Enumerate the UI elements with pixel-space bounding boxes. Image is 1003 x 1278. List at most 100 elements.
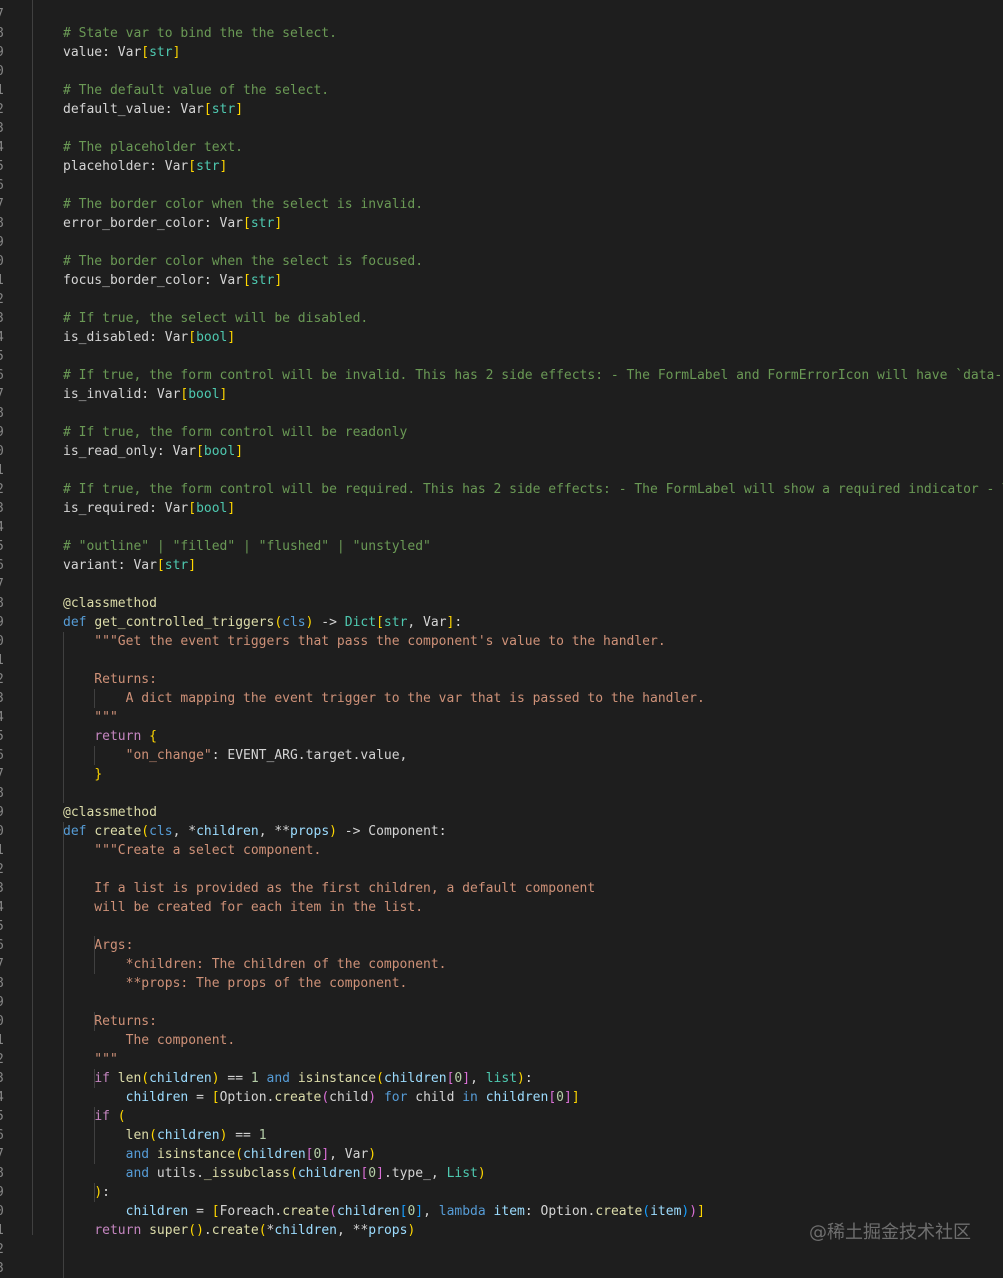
code-line[interactable] [63, 290, 1003, 309]
code-line[interactable]: return { [63, 727, 1003, 746]
code-line[interactable]: """ [63, 708, 1003, 727]
code-line[interactable]: and isinstance(children[0], Var) [63, 1145, 1003, 1164]
code-line[interactable]: is_disabled: Var[bool] [63, 328, 1003, 347]
code-line[interactable]: and utils._issubclass(children[0].type_,… [63, 1164, 1003, 1183]
code-line[interactable] [63, 651, 1003, 670]
code-line[interactable]: if len(children) == 1 and isinstance(chi… [63, 1069, 1003, 1088]
code-line[interactable]: # If true, the form control will be inva… [63, 366, 1003, 385]
code-line[interactable] [63, 62, 1003, 81]
code-line[interactable] [63, 860, 1003, 879]
line-number: 5 [0, 917, 12, 936]
indent-guide [32, 0, 33, 1235]
line-number: 7 [0, 575, 12, 594]
code-line[interactable] [63, 119, 1003, 138]
code-line[interactable]: @classmethod [63, 803, 1003, 822]
line-number: 4 [0, 898, 12, 917]
code-line[interactable] [63, 993, 1003, 1012]
code-line[interactable] [63, 575, 1003, 594]
code-line[interactable]: is_invalid: Var[bool] [63, 385, 1003, 404]
line-number: 7 [0, 765, 12, 784]
code-line[interactable]: # "outline" | "filled" | "flushed" | "un… [63, 537, 1003, 556]
code-line[interactable] [63, 784, 1003, 803]
line-number: 1 [0, 81, 12, 100]
line-number: 3 [0, 689, 12, 708]
code-line[interactable] [63, 1259, 1003, 1278]
code-line[interactable]: """ [63, 1050, 1003, 1069]
code-line[interactable]: *children: The children of the component… [63, 955, 1003, 974]
code-line[interactable]: error_border_color: Var[str] [63, 214, 1003, 233]
code-line[interactable]: def create(cls, *children, **props) -> C… [63, 822, 1003, 841]
line-number: 1 [0, 841, 12, 860]
line-number: 7 [0, 1145, 12, 1164]
code-line[interactable]: focus_border_color: Var[str] [63, 271, 1003, 290]
code-line[interactable]: **props: The props of the component. [63, 974, 1003, 993]
code-line[interactable]: If a list is provided as the first child… [63, 879, 1003, 898]
code-line[interactable] [63, 5, 1003, 24]
code-line[interactable] [63, 461, 1003, 480]
code-line[interactable] [63, 404, 1003, 423]
indent-guide [94, 1069, 95, 1088]
line-number: 5 [0, 727, 12, 746]
code-line[interactable] [63, 518, 1003, 537]
line-number: 0 [0, 1202, 12, 1221]
code-line[interactable]: # If true, the select will be disabled. [63, 309, 1003, 328]
line-number: 2 [0, 1240, 12, 1259]
code-line[interactable]: children = [Option.create(child) for chi… [63, 1088, 1003, 1107]
indent-guide [94, 746, 95, 765]
line-number: 1 [0, 1221, 12, 1240]
code-line[interactable]: # If true, the form control will be requ… [63, 480, 1003, 499]
code-line[interactable]: # The border color when the select is in… [63, 195, 1003, 214]
code-line[interactable]: value: Var[str] [63, 43, 1003, 62]
code-line[interactable]: will be created for each item in the lis… [63, 898, 1003, 917]
line-number: 0 [0, 632, 12, 651]
code-line[interactable]: def get_controlled_triggers(cls) -> Dict… [63, 613, 1003, 632]
code-line[interactable]: Args: [63, 936, 1003, 955]
code-line[interactable]: Returns: [63, 670, 1003, 689]
code-line[interactable] [63, 347, 1003, 366]
code-line[interactable]: is_read_only: Var[bool] [63, 442, 1003, 461]
indent-guide [94, 1012, 95, 1031]
code-line[interactable]: """Get the event triggers that pass the … [63, 632, 1003, 651]
line-number: 7 [0, 195, 12, 214]
code-area[interactable]: # State var to bind the the select. value… [63, 5, 1003, 1278]
code-line[interactable]: "on_change": EVENT_ARG.target.value, [63, 746, 1003, 765]
line-number: 2 [0, 100, 12, 119]
code-line[interactable]: ): [63, 1183, 1003, 1202]
line-number: 2 [0, 290, 12, 309]
line-number: 8 [0, 594, 12, 613]
indent-guide [94, 689, 95, 708]
code-line[interactable]: # If true, the form control will be read… [63, 423, 1003, 442]
code-line[interactable]: # State var to bind the the select. [63, 24, 1003, 43]
code-line[interactable]: A dict mapping the event trigger to the … [63, 689, 1003, 708]
line-number: 1 [0, 271, 12, 290]
code-line[interactable] [63, 233, 1003, 252]
line-number: 5 [0, 347, 12, 366]
code-editor[interactable]: 7890123456789012345678901234567890123456… [0, 0, 1003, 1278]
code-line[interactable]: # The placeholder text. [63, 138, 1003, 157]
code-line[interactable] [63, 917, 1003, 936]
code-line[interactable]: variant: Var[str] [63, 556, 1003, 575]
code-line[interactable]: # The border color when the select is fo… [63, 252, 1003, 271]
code-line[interactable]: """Create a select component. [63, 841, 1003, 860]
code-line[interactable]: The component. [63, 1031, 1003, 1050]
code-line[interactable]: default_value: Var[str] [63, 100, 1003, 119]
code-line[interactable]: @classmethod [63, 594, 1003, 613]
line-number: 1 [0, 1031, 12, 1050]
line-number: 4 [0, 708, 12, 727]
code-line[interactable]: } [63, 765, 1003, 784]
line-number: 0 [0, 822, 12, 841]
code-line[interactable]: if ( [63, 1107, 1003, 1126]
line-number: 9 [0, 993, 12, 1012]
code-line[interactable] [63, 176, 1003, 195]
line-number: 8 [0, 974, 12, 993]
code-line[interactable]: Returns: [63, 1012, 1003, 1031]
line-number: 7 [0, 385, 12, 404]
code-line[interactable]: # The default value of the select. [63, 81, 1003, 100]
line-number: 8 [0, 404, 12, 423]
line-number: 6 [0, 746, 12, 765]
line-number: 4 [0, 328, 12, 347]
line-number-gutter: 7890123456789012345678901234567890123456… [0, 5, 12, 1278]
code-line[interactable]: len(children) == 1 [63, 1126, 1003, 1145]
code-line[interactable]: placeholder: Var[str] [63, 157, 1003, 176]
code-line[interactable]: is_required: Var[bool] [63, 499, 1003, 518]
